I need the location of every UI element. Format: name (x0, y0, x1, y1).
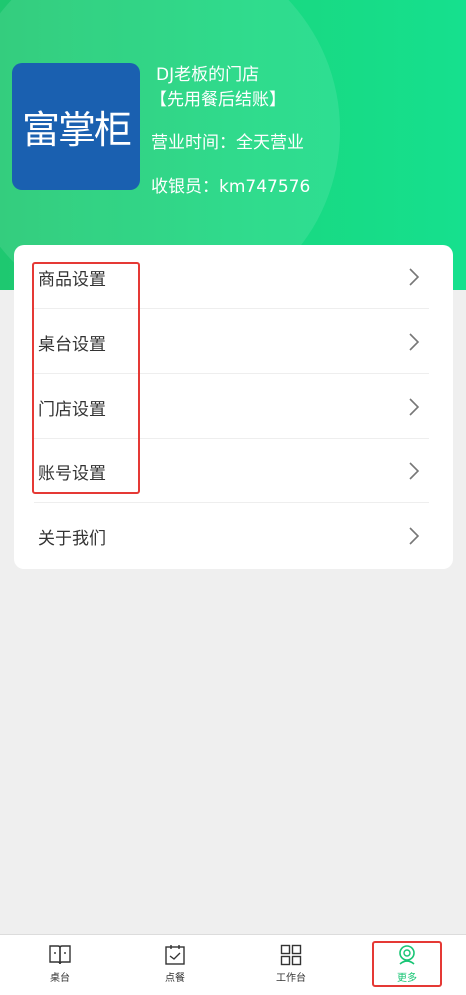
bottom-tab-bar: 桌台 点餐 工作台 更多 (0, 934, 466, 995)
tab-label: 桌台 (50, 973, 70, 984)
menu-item-product-settings[interactable]: 商品设置 (14, 245, 453, 309)
tab-label: 工作台 (276, 973, 306, 984)
menu-item-account-settings[interactable]: 账号设置 (14, 439, 453, 503)
menu-item-label: 门店设置 (38, 399, 106, 420)
business-hours: 营业时间：全天营业 (151, 133, 304, 153)
settings-menu: 商品设置 桌台设置 门店设置 账号设置 关于我们 (14, 245, 453, 569)
menu-item-about-us[interactable]: 关于我们 (14, 504, 453, 568)
store-name: DJ老板的门店 (156, 65, 260, 85)
tab-order[interactable]: 点餐 (117, 935, 233, 995)
cashier-info: 收银员：km747576 (151, 177, 311, 197)
tab-more[interactable]: 更多 (349, 935, 465, 995)
chevron-right-icon (409, 333, 420, 351)
chevron-right-icon (409, 398, 420, 416)
menu-item-label: 账号设置 (38, 463, 106, 484)
tab-tables[interactable]: 桌台 (2, 935, 118, 995)
menu-item-label: 关于我们 (38, 528, 106, 549)
menu-item-store-settings[interactable]: 门店设置 (14, 375, 453, 439)
tab-label: 点餐 (165, 973, 185, 984)
chevron-right-icon (409, 527, 420, 545)
store-mode: 【先用餐后结账】 (150, 90, 286, 110)
grid-icon (280, 944, 302, 966)
book-icon (49, 945, 71, 965)
divider (34, 373, 429, 374)
chevron-right-icon (409, 462, 420, 480)
divider (34, 308, 429, 309)
menu-item-table-settings[interactable]: 桌台设置 (14, 310, 453, 374)
divider (34, 502, 429, 503)
menu-item-label: 桌台设置 (38, 334, 106, 355)
tab-label: 更多 (397, 973, 417, 984)
menu-item-label: 商品设置 (38, 269, 106, 290)
store-logo: 富掌柜 (12, 63, 140, 190)
clipboard-check-icon (165, 945, 185, 965)
chevron-right-icon (409, 268, 420, 286)
user-icon (399, 945, 415, 965)
logo-text: 富掌柜 (21, 108, 132, 152)
tab-workbench[interactable]: 工作台 (233, 935, 349, 995)
